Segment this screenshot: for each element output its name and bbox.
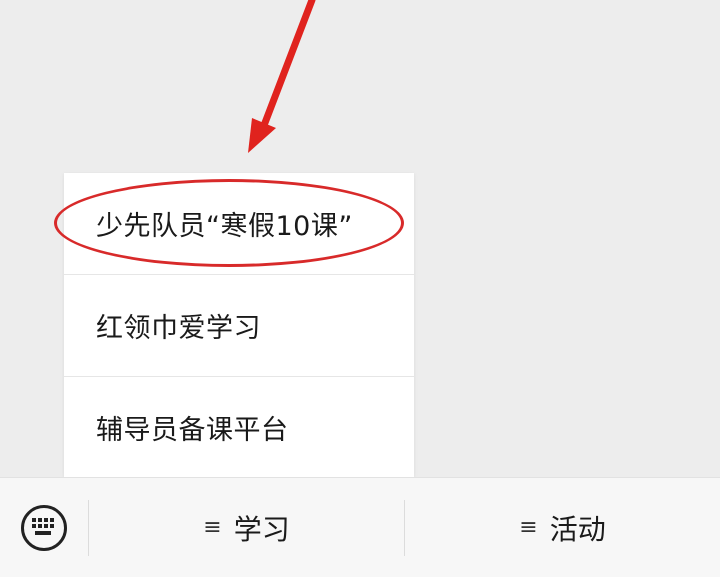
tab-study[interactable]: ≡ 学习 [89, 478, 404, 577]
tab-activity[interactable]: ≡ 活动 [405, 478, 720, 577]
menu-item-red-scarf-study[interactable]: 红领巾爱学习 [64, 274, 414, 376]
menu-item-label: 少先队员“寒假10课” [96, 211, 353, 242]
menu-item-label: 辅导员备课平台 [96, 414, 289, 446]
keyboard-toggle-button[interactable] [0, 478, 88, 577]
keyboard-icon [21, 504, 67, 551]
bottom-menu-bar: ≡ 学习 ≡ 活动 [0, 477, 720, 577]
popup-menu: 少先队员“寒假10课” 红领巾爱学习 辅导员备课平台 [64, 173, 414, 477]
tab-label: 活动 [549, 512, 606, 546]
menu-item-counselor-platform[interactable]: 辅导员备课平台 [64, 376, 414, 477]
menu-lines-icon: ≡ [203, 515, 222, 540]
menu-item-winter-lessons[interactable]: 少先队员“寒假10课” [64, 173, 414, 274]
menu-item-label: 红领巾爱学习 [96, 313, 261, 344]
tab-label: 学习 [233, 512, 290, 546]
menu-lines-icon: ≡ [519, 515, 538, 540]
